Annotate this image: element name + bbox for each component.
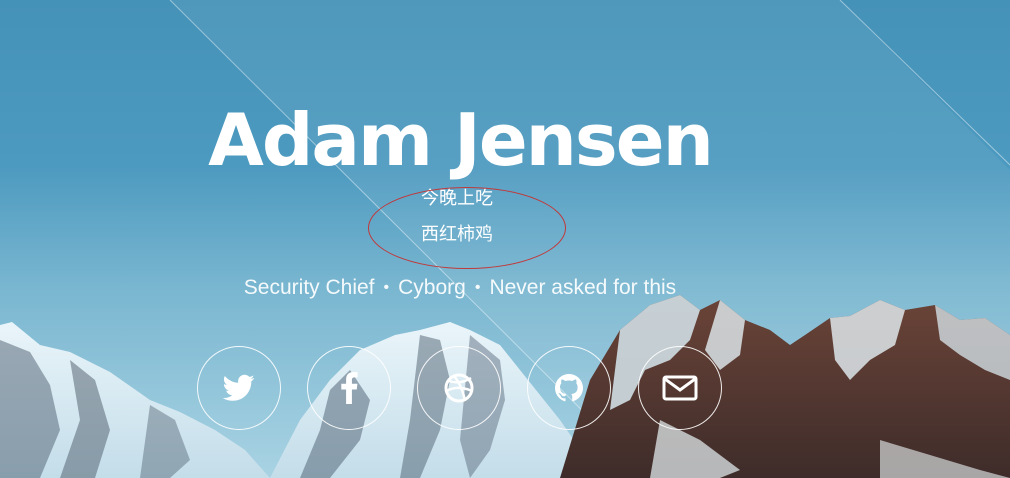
dribbble-icon	[444, 373, 474, 403]
annotation-circle	[368, 187, 566, 269]
github-icon	[555, 374, 583, 402]
twitter-icon	[223, 374, 255, 401]
hero-section: Adam Jensen 今晚上吃 西红柿鸡 Security Chief • Cyb…	[0, 0, 1010, 478]
dribbble-button[interactable]	[417, 346, 501, 430]
facebook-icon	[341, 372, 358, 404]
tagline-item-motto: Never asked for this	[489, 276, 677, 299]
profile-tagline: Security Chief • Cyborg • Never asked for th…	[0, 274, 920, 302]
tagline-item-role: Security Chief	[243, 276, 375, 299]
tagline-item-type: Cyborg	[398, 276, 466, 299]
facebook-button[interactable]	[307, 346, 391, 430]
github-button[interactable]	[527, 346, 611, 430]
profile-name: Adam Jensen	[208, 98, 714, 182]
twitter-button[interactable]	[197, 346, 281, 430]
tagline-separator: •	[383, 279, 390, 296]
email-button[interactable]	[638, 346, 722, 430]
email-icon	[662, 375, 698, 401]
tagline-separator: •	[474, 279, 481, 296]
